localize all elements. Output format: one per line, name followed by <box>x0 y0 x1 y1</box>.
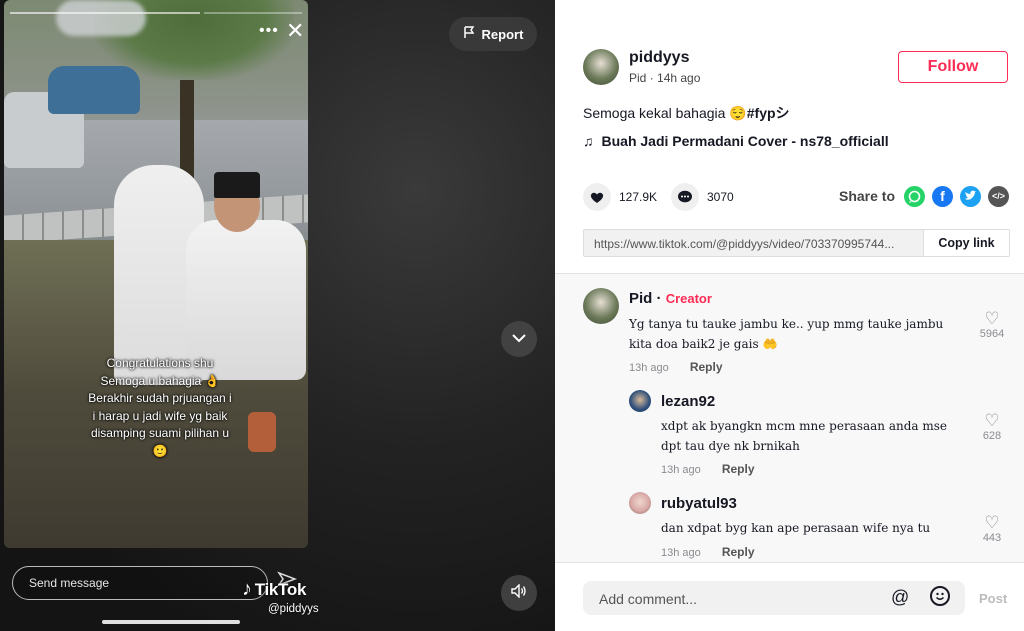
video-caption-overlay: Congratulations shu Semoga u bahagia 👌 B… <box>70 355 250 460</box>
emoji-icon[interactable] <box>930 586 950 606</box>
author-display-name: Pid <box>629 71 647 85</box>
music-title: Buah Jadi Permadani Cover - ns78_officia… <box>601 133 889 149</box>
twitter-icon[interactable] <box>960 186 981 207</box>
tiktok-watermark: ♪ TikTok <box>242 578 306 601</box>
comment-meta: 13h ago Reply <box>661 545 755 559</box>
caption-line: 🙂 <box>152 443 168 458</box>
post-time: 14h ago <box>657 71 701 85</box>
comment-like-count: 5964 <box>979 328 1005 340</box>
whatsapp-icon[interactable] <box>904 186 925 207</box>
reply-button[interactable]: Reply <box>722 462 755 476</box>
tiktok-logo-icon: ♪ <box>242 578 252 600</box>
chevron-down-icon <box>512 330 526 348</box>
comment-count: 3070 <box>707 190 734 204</box>
author-subline: Pid · 14h ago <box>629 71 701 85</box>
comment-like[interactable]: ♡ 443 <box>972 514 1012 545</box>
comments-list[interactable]: Pid · Creator Yg tanya tu tauke jambu ke… <box>555 274 1024 562</box>
send-message-input[interactable]: Send message <box>12 566 268 600</box>
heart-outline-icon[interactable]: ♡ <box>972 412 1012 430</box>
reply-button[interactable]: Reply <box>722 545 755 559</box>
comment-meta: 13h ago Reply <box>629 360 723 374</box>
comment-like-count: 628 <box>982 430 1002 442</box>
reply-button[interactable]: Reply <box>690 360 723 374</box>
more-options-icon[interactable]: ••• <box>259 22 279 40</box>
caption-line: Semoga u bahagia 👌 <box>100 373 220 388</box>
author-avatar[interactable] <box>583 49 619 85</box>
next-video-button[interactable] <box>501 321 537 357</box>
comment-author-name[interactable]: lezan92 <box>661 393 715 410</box>
creator-badge: Creator <box>665 291 712 306</box>
avatar[interactable] <box>629 390 651 412</box>
caption-line: i harap u jadi wife yg baik <box>92 408 228 423</box>
heart-icon[interactable] <box>583 183 611 211</box>
follow-button[interactable]: Follow <box>898 51 1008 83</box>
mention-icon[interactable]: @ <box>891 587 909 608</box>
avatar[interactable] <box>583 288 619 324</box>
comment-meta: 13h ago Reply <box>661 462 755 476</box>
watermark-handle: @piddyys <box>268 603 319 615</box>
author-username[interactable]: piddyys <box>629 49 689 67</box>
music-link[interactable]: ♫ Buah Jadi Permadani Cover - ns78_offici… <box>583 133 889 149</box>
heart-outline-icon[interactable]: ♡ <box>972 310 1012 328</box>
embed-icon[interactable]: </> <box>988 186 1009 207</box>
watermark-brand: TikTok <box>254 579 307 599</box>
story-progress-bar <box>10 12 200 14</box>
post-button[interactable]: Post <box>979 591 1007 606</box>
music-note-icon: ♫ <box>583 133 594 149</box>
home-indicator <box>102 620 240 624</box>
comment-author-name[interactable]: rubyatul93 <box>661 495 737 512</box>
comment-text: dan xdpat byg kan ape perasaan wife nya … <box>661 521 931 535</box>
video-player[interactable]: ••• ✕ Congratulations shu Semoga u bahag… <box>4 0 308 548</box>
hashtag-link[interactable]: #fypシ <box>747 105 790 121</box>
speaker-icon <box>511 582 527 603</box>
share-link-box: https://www.tiktok.com/@piddyys/video/70… <box>583 229 1010 257</box>
comment-time: 13h ago <box>629 362 669 374</box>
video-description: Semoga kekal bahagia 😌#fypシ <box>583 103 790 123</box>
comment-text: xdpt ak byangkn mcm mne perasaan anda ms… <box>661 419 948 453</box>
avatar[interactable] <box>629 492 651 514</box>
close-icon[interactable]: ✕ <box>286 20 308 42</box>
comment-author-name[interactable]: Pid <box>629 290 652 307</box>
comment-like[interactable]: ♡ 628 <box>972 412 1012 443</box>
comment-composer: Add comment... @ Post <box>555 562 1024 631</box>
tiktok-video-page: ••• ✕ Congratulations shu Semoga u bahag… <box>0 0 1024 631</box>
flag-icon <box>463 26 475 42</box>
caption-line: Congratulations shu <box>106 356 214 370</box>
heart-outline-icon[interactable]: ♡ <box>972 514 1012 532</box>
like-stat[interactable]: 127.9K <box>583 183 657 211</box>
comment-stat[interactable]: 3070 <box>671 183 734 211</box>
comment-icon[interactable] <box>671 183 699 211</box>
video-pane: ••• ✕ Congratulations shu Semoga u bahag… <box>0 0 555 631</box>
facebook-icon[interactable]: f <box>932 186 953 207</box>
like-count: 127.9K <box>619 190 658 204</box>
comment-text: Yg tanya tu tauke jambu ke.. yup mmg tau… <box>629 317 944 351</box>
comment-like-count: 443 <box>982 532 1002 544</box>
comment-time: 13h ago <box>661 547 701 559</box>
description-text: Semoga kekal bahagia 😌 <box>583 105 747 121</box>
share-label: Share to <box>839 188 896 204</box>
caption-line: disamping suami pilihan u <box>90 426 230 440</box>
report-label: Report <box>481 26 524 42</box>
story-progress-bar <box>204 12 302 14</box>
comment-time: 13h ago <box>661 464 701 476</box>
comment-author[interactable]: Pid · Creator <box>629 290 712 307</box>
volume-button[interactable] <box>501 575 537 611</box>
copy-link-button[interactable]: Copy link <box>923 230 1009 256</box>
comment-like[interactable]: ♡ 5964 <box>972 310 1012 341</box>
share-link-text[interactable]: https://www.tiktok.com/@piddyys/video/70… <box>594 237 914 251</box>
caption-line: Berakhir sudah prjuangan i <box>88 391 232 405</box>
video-info-panel: piddyys Pid · 14h ago Follow Semoga keka… <box>555 0 1024 631</box>
report-button[interactable]: Report <box>449 17 537 51</box>
